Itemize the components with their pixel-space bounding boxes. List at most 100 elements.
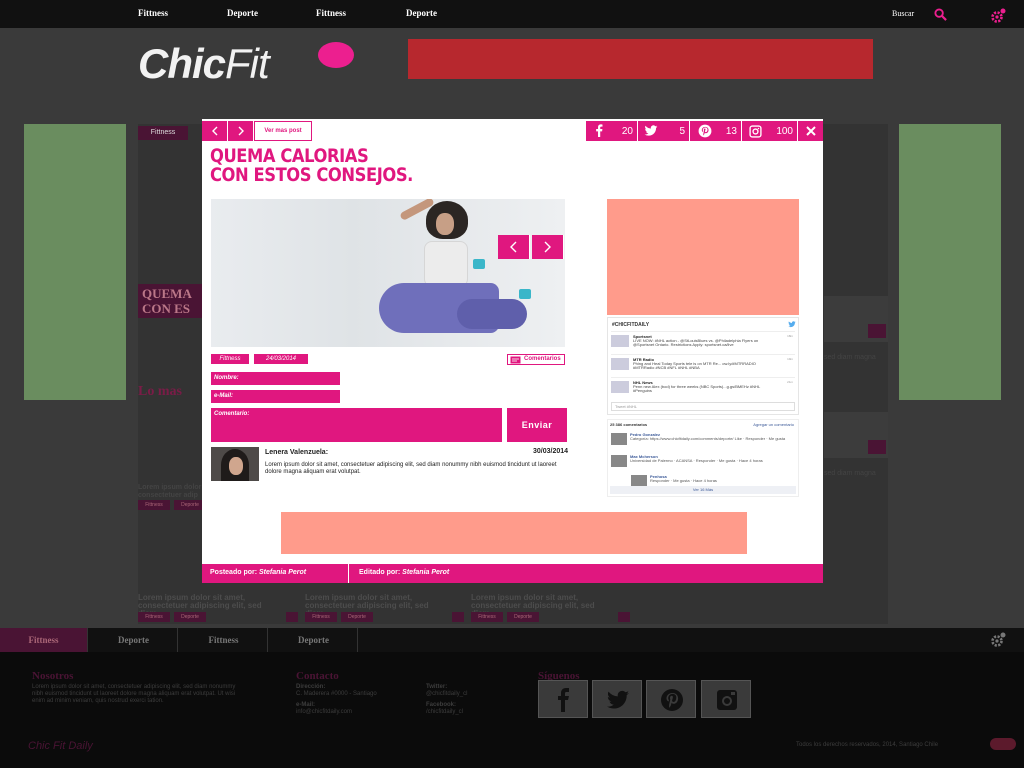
chicfit-logo[interactable]: ChicFit <box>138 40 354 88</box>
logo-badge <box>318 42 354 68</box>
tweet[interactable]: Sportsnet 18m LIVE NOW: #NHL action - @S… <box>611 331 795 353</box>
avatar-shape <box>229 457 243 475</box>
comment-field[interactable]: Comentario: <box>211 408 502 442</box>
sidebar-ad[interactable] <box>607 199 799 315</box>
image-shape <box>473 259 485 269</box>
twitter-widget: #CHICFITDAILY Sportsnet 18m LIVE NOW: #N… <box>607 317 799 415</box>
pinterest-share-button[interactable]: 13 <box>690 121 742 141</box>
send-comment-button[interactable]: Enviar <box>507 408 567 442</box>
background-chip: Fittness <box>471 612 503 622</box>
background-mini-tag <box>868 440 886 454</box>
image-shape <box>436 213 454 235</box>
posted-by-label: Posteado por: <box>210 569 258 576</box>
tweet[interactable]: MTR Radio 19m Phing and Heal Today Sport… <box>611 354 795 376</box>
footer-email[interactable]: info@chicfitdaily.com <box>296 709 352 716</box>
post-title-line-2: CON ESTOS CONSEJOS. <box>210 164 413 186</box>
footer-address: C. Maderera #0000 - Santiago <box>296 691 377 697</box>
instagram-share-button[interactable]: 100 <box>742 121 798 141</box>
footer-twitter-button[interactable] <box>592 680 642 718</box>
facebook-share-button[interactable]: 20 <box>586 121 638 141</box>
facebook-comment-count: 25 386 comentarios <box>610 422 648 427</box>
comments-link[interactable]: Comentarios <box>507 354 565 365</box>
close-icon <box>806 126 816 136</box>
image-shape <box>457 299 527 329</box>
email-field[interactable]: e-Mail: <box>211 390 340 403</box>
background-chip: Fittness <box>138 500 170 510</box>
facebook-more-comments[interactable]: Ver 16 Más <box>610 486 796 494</box>
facebook-icon <box>596 124 603 137</box>
search-icon[interactable] <box>934 8 947 21</box>
facebook-icon <box>558 688 569 712</box>
right-side-ad[interactable] <box>899 124 1001 400</box>
background-snippet: sed diam magna <box>824 470 876 477</box>
gear-icon[interactable] <box>990 632 1006 648</box>
twitter-count: 5 <box>679 126 685 137</box>
edited-by: Editado por: Stefania Perot <box>359 569 449 576</box>
left-side-ad[interactable] <box>24 124 126 400</box>
twitter-icon <box>607 690 629 709</box>
post-modal: Ver mas post 20 5 13 100 QUEMA CALORIAS … <box>202 119 823 583</box>
background-chip: Deporte <box>341 612 373 622</box>
twitter-share-button[interactable]: 5 <box>638 121 690 141</box>
background-snippet: consectetuer adip <box>138 492 198 499</box>
comment-author: Lenera Valenzuela: <box>265 449 329 456</box>
image-shape <box>424 241 468 287</box>
nav-fittness[interactable]: Fittness <box>138 8 168 18</box>
comment-icon <box>510 356 521 364</box>
footer-logo[interactable]: Chic Fit Daily <box>28 740 93 752</box>
top-banner-ad[interactable] <box>408 39 873 79</box>
facebook-add-comment[interactable]: Agregar un comentario <box>753 422 794 427</box>
bottom-nav-fittness[interactable]: Fittness <box>0 628 88 652</box>
background-chip: Deporte <box>174 612 206 622</box>
background-snippet: sed diam magna <box>824 354 876 361</box>
chevron-right-icon <box>544 241 551 253</box>
nav-deporte[interactable]: Deporte <box>227 8 258 18</box>
modal-toolbar: Ver mas post 20 5 13 100 <box>202 121 823 141</box>
image-next-button[interactable] <box>532 235 564 259</box>
tweet-input[interactable]: Tweet #NHL <box>611 402 795 411</box>
twitter-widget-title: #CHICFITDAILY <box>612 322 650 328</box>
post-title: QUEMA CALORIAS CON ESTOS CONSEJOS. <box>210 147 468 185</box>
footer-facebook-button[interactable] <box>538 680 588 718</box>
previous-post-button[interactable] <box>202 121 228 141</box>
next-post-button[interactable] <box>228 121 254 141</box>
tweet-time: 21m <box>787 380 793 384</box>
modal-footer: Posteado por: Stefania Perot Editado por… <box>202 564 823 583</box>
comment-text: Lorem ipsum dolor sit amet, consectetuer… <box>265 462 557 475</box>
footer-contact-heading: Contacto <box>296 670 339 682</box>
footer-facebook-label: Facebook: <box>426 702 457 708</box>
close-modal-button[interactable] <box>798 121 823 141</box>
footer-pinterest-button[interactable] <box>646 680 696 718</box>
facebook-comment: Pedro Gonzalez Categoría: https://www.ch… <box>610 430 796 450</box>
name-field[interactable]: Nombre: <box>211 372 340 385</box>
image-shape <box>519 289 531 299</box>
footer-instagram-button[interactable] <box>701 680 751 718</box>
bottom-navigation-bar: Fittness Deporte Fittness Deporte <box>0 628 1024 652</box>
footer-facebook[interactable]: /chicfitdaily_cl <box>426 709 463 716</box>
edited-by-label: Editado por: <box>359 569 401 576</box>
footer-twitter[interactable]: @chicfitdaily_cl <box>426 691 467 698</box>
footer-divider <box>348 564 349 583</box>
image-previous-button[interactable] <box>498 235 530 259</box>
search-label[interactable]: Buscar <box>892 9 914 18</box>
bottom-nav-fittness-2[interactable]: Fittness <box>180 628 268 652</box>
footer-address-label: Dirección: <box>296 684 326 690</box>
facebook-comment-text: Categoría: https://www.chicfitdaily.com/… <box>630 436 786 441</box>
background-section-title: Lo mas <box>138 384 182 399</box>
footer-twitter-label: Twitter: <box>426 684 448 690</box>
tweet[interactable]: NHL News 21m Penn new Alex (bod) for thr… <box>611 377 795 399</box>
chevron-left-icon <box>510 241 517 253</box>
pinterest-icon <box>661 689 683 711</box>
logo-fit: Fit <box>225 40 270 87</box>
nav-deporte-2[interactable]: Deporte <box>406 8 437 18</box>
bottom-nav-deporte-2[interactable]: Deporte <box>270 628 358 652</box>
facebook-comment-avatar <box>611 455 627 467</box>
bottom-nav-deporte[interactable]: Deporte <box>90 628 178 652</box>
background-chip: Deporte <box>507 612 539 622</box>
ver-mas-post-button[interactable]: Ver mas post <box>254 121 312 141</box>
footer-badge <box>990 738 1016 750</box>
bottom-ad[interactable] <box>281 512 747 554</box>
nav-fittness-2[interactable]: Fittness <box>316 8 346 18</box>
gear-icon[interactable] <box>990 8 1006 24</box>
post-category-tag[interactable]: Fittness <box>211 354 249 364</box>
